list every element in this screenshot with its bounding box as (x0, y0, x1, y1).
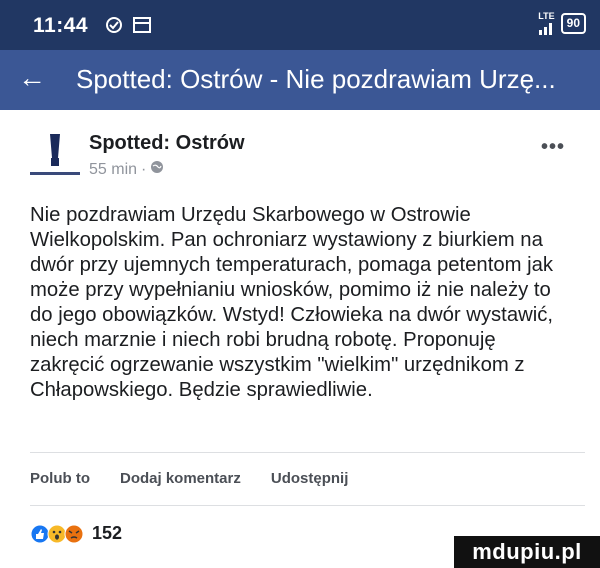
divider (30, 505, 585, 506)
more-dots-icon[interactable]: ••• (541, 136, 565, 159)
post-actions: Polub to Dodaj komentarz Udostępnij (30, 470, 348, 487)
page-title: Spotted: Ostrów - Nie pozdrawiam Urzę... (76, 64, 556, 94)
globe-icon (150, 160, 164, 179)
sync-icon (104, 15, 124, 40)
reactions-summary[interactable]: 152 (30, 523, 122, 544)
status-time: 11:44 (33, 14, 89, 37)
like-button[interactable]: Polub to (30, 470, 90, 487)
angry-reaction-icon (64, 524, 84, 543)
post-meta: 55 min · (89, 160, 164, 179)
post-header: Spotted: Ostrów 55 min · ••• (0, 130, 600, 190)
comment-button[interactable]: Dodaj komentarz (120, 470, 241, 487)
divider (30, 452, 585, 453)
message-icon (132, 15, 152, 40)
arrow-left-icon[interactable]: ← (18, 64, 46, 92)
post-author[interactable]: Spotted: Ostrów (89, 132, 245, 155)
signal-icon: LTE (529, 12, 555, 35)
reaction-count: 152 (92, 523, 123, 543)
app-bar: ← Spotted: Ostrów - Nie pozdrawiam Urzę.… (0, 50, 600, 110)
watermark: mdupiu.pl (454, 536, 600, 568)
network-label: LTE (538, 11, 555, 21)
post-text: Nie pozdrawiam Urzędu Skarbowego w Ostro… (30, 204, 554, 401)
share-button[interactable]: Udostępnij (271, 470, 349, 487)
avatar[interactable] (30, 132, 80, 182)
post-time: 55 min (89, 160, 138, 178)
status-bar: 11:44 LTE 90 (0, 0, 600, 50)
battery-icon: 90 (560, 13, 586, 34)
